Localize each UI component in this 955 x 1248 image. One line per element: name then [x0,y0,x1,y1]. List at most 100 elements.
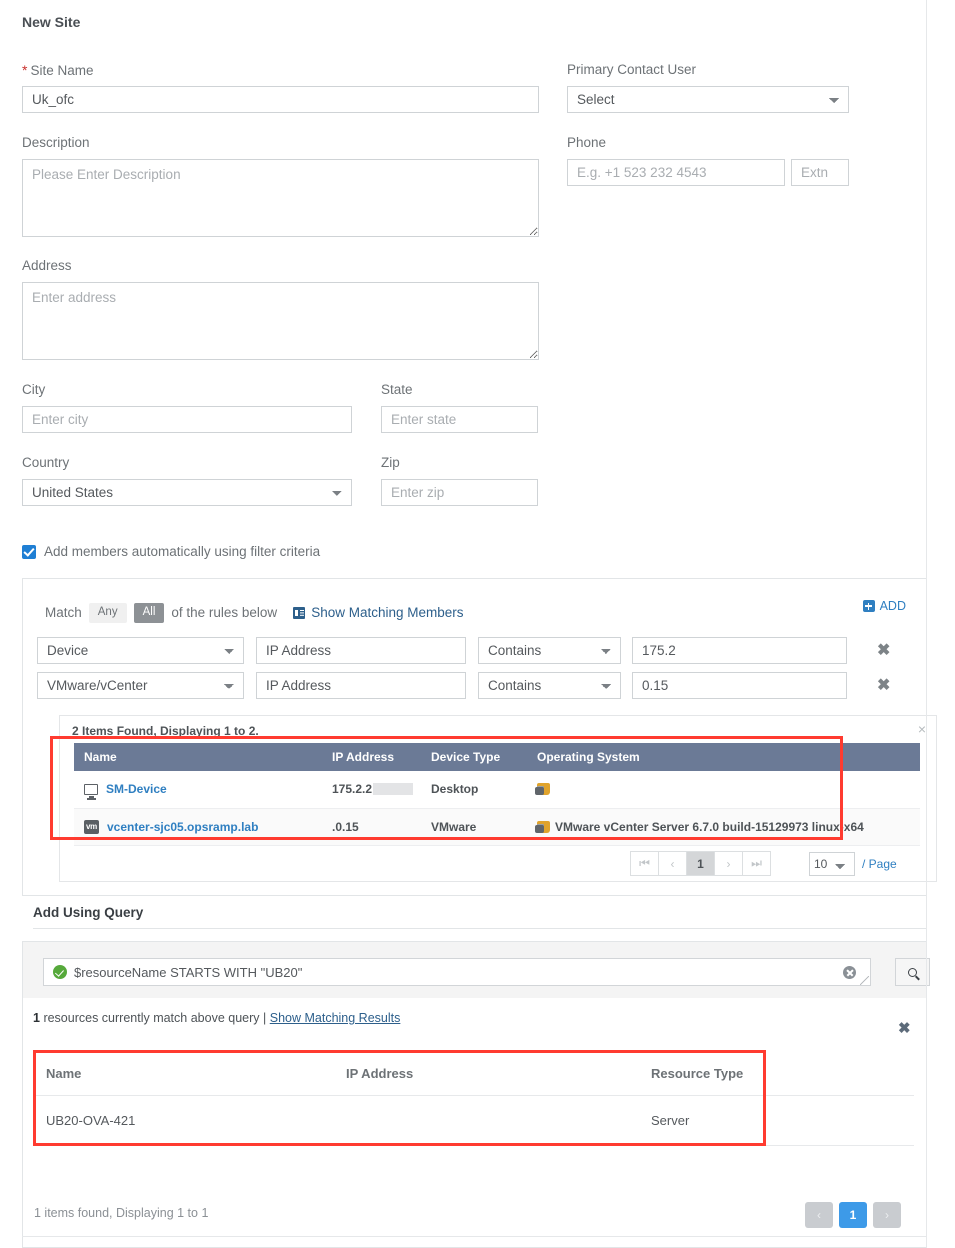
resource-name-link[interactable]: vcenter-sjc05.opsramp.lab [107,820,258,834]
resize-handle-icon[interactable] [860,976,869,985]
rule-field-input[interactable] [256,637,466,664]
query-results-footer: 1 items found, Displaying 1 to 1 [34,1206,209,1220]
match-prefix-text: Match [45,605,82,621]
description-textarea[interactable] [22,159,539,237]
match-any-button[interactable]: Any [88,603,127,623]
country-select[interactable]: United States [22,479,352,506]
pagination-current-page[interactable]: 1 [686,851,715,876]
plus-icon [862,600,875,612]
table-row[interactable]: vm vcenter-sjc05.opsramp.lab .0.15 VMwar… [74,808,920,846]
resource-name-link[interactable]: SM-Device [106,782,167,796]
divider [22,1236,927,1237]
search-icon [908,967,917,977]
rule-entity-value: VMware/vCenter [47,678,148,693]
description-label: Description [22,135,90,150]
ip-address-value: 175.2.2 [332,782,373,797]
query-pagination-prev-button[interactable]: ‹ [805,1202,833,1228]
column-header-ip: IP Address [322,743,421,771]
query-pagination-next-button[interactable]: › [873,1202,901,1228]
per-page-label: / Page [862,857,897,871]
country-label: Country [22,455,70,470]
pagination-prev-button[interactable]: ‹ [658,851,687,876]
table-row[interactable]: UB20-OVA-421 Server [34,1095,914,1146]
add-rule-button[interactable]: ADD [862,599,906,613]
query-match-count: 1 [33,1011,40,1025]
query-input-wrapper: $resourceName STARTS WITH "UB20" [43,958,930,986]
match-suffix-text: of the rules below [171,605,278,621]
phone-input[interactable] [567,159,785,186]
rule-operator-select[interactable]: Contains [478,672,621,699]
search-button[interactable] [895,958,930,986]
remove-rule-icon[interactable]: ✖ [877,677,890,694]
matching-members-results-panel: 2 Items Found, Displaying 1 to 2. × Name… [59,715,937,882]
phone-label: Phone [567,135,607,150]
close-icon[interactable]: × [918,721,926,737]
match-all-button[interactable]: All [133,603,165,623]
address-textarea[interactable] [22,282,539,360]
state-label: State [381,382,413,397]
table-header-row: Name IP Address Resource Type [34,1052,914,1096]
rule-field-input[interactable] [256,672,466,699]
separator: | [263,1011,267,1025]
zip-label: Zip [381,455,400,470]
device-type-value: VMware [421,808,527,846]
pagination-next-button[interactable]: › [714,851,743,876]
rule-entity-select[interactable]: Device [37,637,244,664]
per-page-select[interactable]: 10 [809,852,855,876]
table-header-row: Name IP Address Device Type Operating Sy… [74,743,920,771]
city-input[interactable] [22,406,352,433]
phone-extension-input[interactable] [791,159,849,186]
filter-rule-row: Device Contains ✖ [37,637,890,664]
table-row[interactable]: SM-Device 175.2.2 Desktop [74,771,920,809]
show-matching-members-link[interactable]: Show Matching Members [293,605,464,621]
rule-operator-select[interactable]: Contains [478,637,621,664]
query-match-summary: 1 resources currently match above query … [33,1011,400,1025]
state-input[interactable] [381,406,538,433]
match-rule-row: Match Any All of the rules below Show Ma… [45,603,464,623]
city-label: City [22,382,46,397]
filter-rule-row: VMware/vCenter Contains ✖ [37,672,890,699]
rule-value-input[interactable] [632,637,847,664]
device-type-value: Desktop [421,771,527,809]
remove-rule-icon[interactable]: ✖ [877,642,890,659]
vm-icon: vm [84,819,99,834]
rule-entity-select[interactable]: VMware/vCenter [37,672,244,699]
address-label: Address [22,258,72,273]
valid-check-icon [53,965,67,979]
country-value: United States [32,485,114,500]
query-match-text: resources currently match above query [43,1011,260,1025]
required-asterisk: * [22,62,28,78]
members-pagination: ⏮ ‹ 1 › ⏭ [630,851,771,876]
grid-icon [293,606,306,619]
site-name-input[interactable] [22,86,539,113]
primary-contact-user-select[interactable]: Select [567,86,849,113]
ip-address-value: .0.15 [322,808,421,846]
rule-entity-value: Device [47,643,89,658]
monitor-icon [84,783,98,798]
primary-contact-user-label: Primary Contact User [567,62,697,77]
zip-input[interactable] [381,479,538,506]
pagination-last-button[interactable]: ⏭ [742,851,771,876]
redaction-block [373,783,414,796]
members-result-count: 2 Items Found, Displaying 1 to 2. [72,724,259,738]
clear-circle-icon[interactable] [843,966,856,979]
ip-address-value [334,1095,639,1146]
add-using-query-title: Add Using Query [33,905,144,920]
resource-type-value: Server [639,1095,914,1146]
rule-value-input[interactable] [632,672,847,699]
close-icon[interactable]: ✖ [898,1019,911,1037]
rule-operator-value: Contains [488,678,542,693]
filter-criteria-panel: Match Any All of the rules below Show Ma… [22,578,937,896]
resource-name-value: UB20-OVA-421 [34,1095,334,1146]
query-pagination-current-page[interactable]: 1 [839,1202,867,1228]
column-header-resource-type: Resource Type [639,1052,914,1096]
os-value: VMware vCenter Server 6.7.0 build-151299… [555,819,864,834]
auto-add-members-checkbox-row[interactable]: Add members automatically using filter c… [22,544,320,559]
show-matching-members-label: Show Matching Members [311,605,464,621]
query-input[interactable]: $resourceName STARTS WITH "UB20" [43,958,871,986]
checkbox-checked-icon[interactable] [22,544,36,559]
show-matching-results-link[interactable]: Show Matching Results [270,1011,401,1025]
pagination-first-button[interactable]: ⏮ [630,851,659,876]
new-site-form-page: New Site *Site Name Primary Contact User… [0,0,955,1248]
matching-members-table: Name IP Address Device Type Operating Sy… [74,743,920,846]
